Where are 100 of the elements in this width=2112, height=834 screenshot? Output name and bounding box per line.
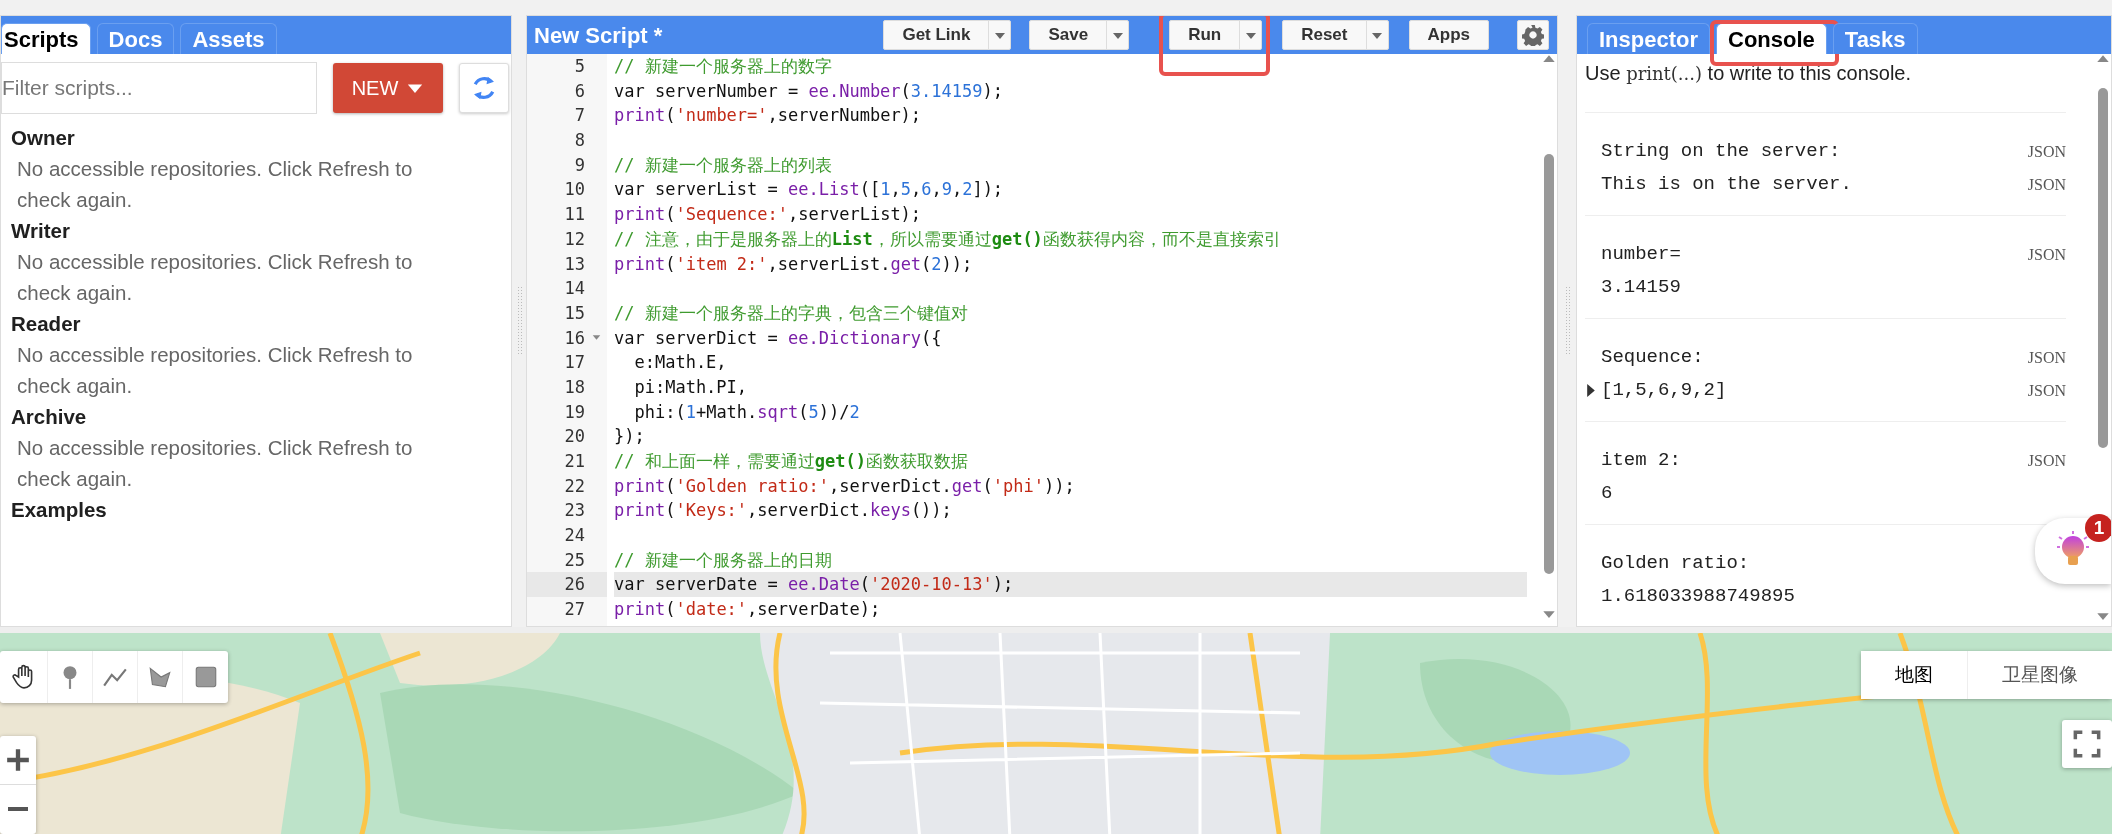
minus-icon bbox=[5, 806, 31, 811]
line-number: 18 bbox=[564, 376, 585, 397]
tree-folder[interactable]: Archive bbox=[1, 401, 511, 432]
json-link[interactable]: JSON bbox=[2027, 374, 2066, 407]
script-title: New Script * bbox=[533, 21, 663, 50]
line-number: 21 bbox=[564, 451, 585, 471]
tree-folder[interactable]: Reader bbox=[1, 308, 511, 339]
scroll-down-icon[interactable] bbox=[1542, 610, 1556, 618]
code-line: // 新建一个服务器上的列表 bbox=[614, 154, 832, 175]
line-number: 14 bbox=[564, 278, 585, 299]
console-output: 1.618033988749895 bbox=[1601, 584, 1795, 609]
empty-message: No accessible repositories. Click Refresh to check again. bbox=[16, 435, 414, 492]
code-line: }); bbox=[614, 426, 645, 447]
line-number: 8 bbox=[574, 130, 585, 151]
line-number: 13 bbox=[564, 253, 585, 274]
map-type-button[interactable]: 卫星图像 bbox=[1968, 651, 2112, 699]
code-line: // 新建一个服务器上的字典，包含三个键值对 bbox=[614, 302, 968, 323]
fullscreen-icon bbox=[2073, 730, 2101, 758]
line-number: 16 bbox=[564, 327, 585, 348]
json-link[interactable]: JSON bbox=[2027, 444, 2066, 477]
tree-folder[interactable]: Writer bbox=[1, 215, 511, 246]
line-number: 5 bbox=[574, 56, 585, 76]
tree-folder[interactable]: Examples bbox=[1, 494, 511, 525]
console-output: String on the server: bbox=[1601, 139, 1841, 164]
line-number: 10 bbox=[564, 179, 585, 200]
line-number: 6 bbox=[574, 80, 585, 101]
line-number: 20 bbox=[564, 426, 585, 447]
code-line: // 注意，由于是服务器上的List，所以需要通过get()函数获得内容，而不是直接索引 bbox=[614, 228, 1281, 249]
code-line: print('Sequence:',serverList); bbox=[614, 204, 922, 225]
code-line: // 新建一个服务器上的日期 bbox=[614, 549, 832, 570]
toolbar-button[interactable]: Save bbox=[1029, 20, 1130, 50]
code-line: print('Keys:',serverDict.keys()); bbox=[614, 500, 952, 521]
scroll-down-icon[interactable] bbox=[2096, 612, 2110, 620]
settings-button[interactable] bbox=[1517, 20, 1549, 50]
console-output: This is on the server. bbox=[1601, 172, 1852, 197]
code-line: pi:Math.PI, bbox=[633, 376, 748, 397]
caret-icon bbox=[993, 31, 1006, 39]
json-link[interactable]: JSON bbox=[2027, 341, 2066, 374]
new-button[interactable]: NEW bbox=[333, 63, 443, 113]
caret-icon bbox=[406, 83, 425, 93]
code-line: print('item 2:',serverList.get(2)); bbox=[614, 253, 973, 274]
line-number: 17 bbox=[564, 352, 585, 373]
code-line: // 和上面一样，需要通过get()函数获取数据 bbox=[614, 451, 968, 471]
caret-icon bbox=[1371, 31, 1383, 39]
code-line: print('Golden ratio:',serverDict.get('phi')); bbox=[614, 475, 1075, 496]
line-number: 22 bbox=[564, 475, 585, 496]
refresh-button[interactable] bbox=[459, 63, 509, 113]
notification-badge: 1 bbox=[2085, 514, 2111, 542]
line-number: 7 bbox=[574, 105, 585, 126]
empty-message: No accessible repositories. Click Refresh to check again. bbox=[16, 249, 414, 306]
console-output: 6 bbox=[1601, 481, 1613, 506]
json-link[interactable]: JSON bbox=[2027, 168, 2066, 201]
line-number: 11 bbox=[564, 204, 585, 225]
expand-arrow-icon[interactable] bbox=[1587, 384, 1595, 397]
code-line: print('date:',serverDate); bbox=[614, 599, 881, 620]
console-output: item 2: bbox=[1601, 448, 1681, 473]
toolbar-button[interactable]: Reset bbox=[1282, 20, 1389, 50]
map-type-button[interactable]: 地图 bbox=[1861, 651, 1968, 699]
line-number: 19 bbox=[564, 401, 585, 422]
line-number: 23 bbox=[564, 500, 585, 521]
line-number: 15 bbox=[564, 302, 585, 323]
caret-icon bbox=[1111, 31, 1124, 39]
code-line: // 新建一个服务器上的数字 bbox=[614, 56, 832, 76]
code-line: var serverDict = ee.Dictionary({ bbox=[614, 327, 942, 348]
settings-icon bbox=[1522, 24, 1544, 46]
line-number: 27 bbox=[564, 599, 585, 620]
console-output: [1,5,6,9,2] bbox=[1601, 378, 1727, 403]
line-number: 25 bbox=[564, 549, 585, 570]
console-output: 3.14159 bbox=[1601, 275, 1681, 300]
code-line: e:Math.E, bbox=[633, 352, 727, 373]
empty-message: No accessible repositories. Click Refresh to check again. bbox=[16, 342, 414, 399]
caret-icon bbox=[1244, 31, 1257, 39]
toolbar-button[interactable]: Get Link bbox=[883, 20, 1012, 50]
tree-folder[interactable]: Owner bbox=[1, 122, 511, 153]
code-line: phi:(1+Math.sqrt(5))/2 bbox=[633, 401, 860, 422]
console-output: Sequence: bbox=[1601, 345, 1704, 370]
line-number: 26 bbox=[564, 574, 585, 595]
scrollbar-thumb[interactable] bbox=[1544, 154, 1554, 574]
fullscreen-button[interactable] bbox=[2062, 720, 2112, 768]
panel-tab[interactable]: Console bbox=[1716, 23, 1827, 54]
filter-field[interactable]: Filter scripts... bbox=[1, 62, 317, 114]
scrollbar-thumb[interactable] bbox=[2098, 88, 2108, 448]
toolbar-button[interactable]: Run bbox=[1169, 20, 1263, 50]
json-link[interactable]: JSON bbox=[2027, 238, 2066, 271]
console-output: number= bbox=[1601, 242, 1681, 267]
json-link[interactable]: JSON bbox=[2027, 135, 2066, 168]
empty-message: No accessible repositories. Click Refresh to check again. bbox=[16, 156, 414, 213]
code-line: var serverNumber = ee.Number(3.14159); bbox=[614, 80, 1003, 101]
line-number: 12 bbox=[564, 228, 585, 249]
fold-arrow-icon[interactable] bbox=[592, 333, 601, 340]
console-hint: Use print(...) to write to this console. bbox=[1585, 58, 2066, 113]
panel-tab[interactable]: Scripts bbox=[1, 23, 91, 54]
line-number: 24 bbox=[564, 525, 585, 546]
code-line: var serverList = ee.List([1,5,6,9,2]); bbox=[614, 179, 1004, 200]
line-number: 9 bbox=[574, 154, 585, 175]
code-line: print('number=',serverNumber); bbox=[614, 105, 922, 126]
plus-icon bbox=[5, 747, 31, 773]
code-line: var serverDate = ee.Date('2020-10-13'); bbox=[614, 574, 1014, 595]
toolbar-button[interactable]: Apps bbox=[1408, 20, 1489, 50]
polygon-icon bbox=[147, 664, 173, 690]
